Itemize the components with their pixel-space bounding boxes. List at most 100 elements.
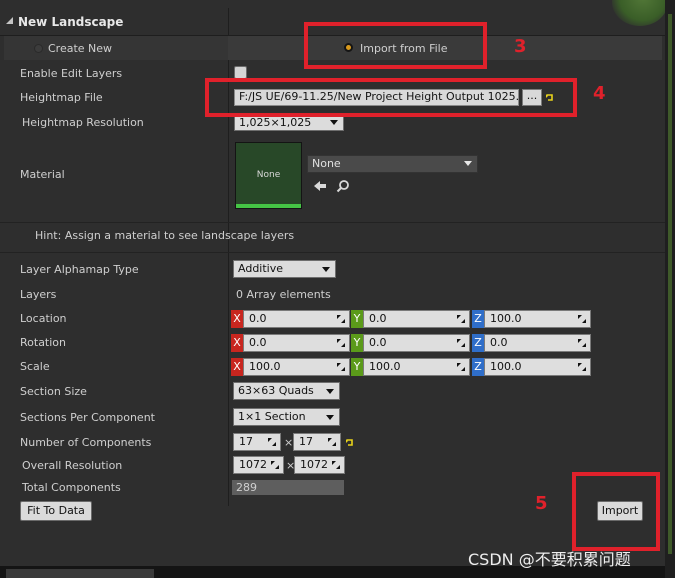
overall-resolution-label: Overall Resolution bbox=[22, 459, 123, 472]
location-x-value: 0.0 bbox=[249, 312, 267, 325]
scale-z-input[interactable]: 100.0 bbox=[484, 358, 591, 376]
chevron-down-icon bbox=[326, 415, 334, 420]
rotation-x-input[interactable]: 0.0 bbox=[243, 334, 350, 352]
sections-per-component-label: Sections Per Component bbox=[20, 411, 155, 424]
spin-arrows-icon[interactable] bbox=[331, 460, 341, 470]
chevron-down-icon bbox=[464, 161, 472, 166]
location-y-input[interactable]: 0.0 bbox=[363, 310, 470, 328]
sections-per-component-dropdown[interactable]: 1×1 Section bbox=[233, 408, 340, 426]
location-y-value: 0.0 bbox=[369, 312, 387, 325]
scale-x-value: 100.0 bbox=[249, 360, 281, 373]
section-size-dropdown[interactable]: 63×63 Quads bbox=[233, 382, 340, 400]
fit-to-data-button[interactable]: Fit To Data bbox=[20, 501, 92, 521]
spin-arrows-icon[interactable] bbox=[336, 338, 346, 348]
annotation-number-5: 5 bbox=[535, 493, 548, 514]
annotation-box-5 bbox=[572, 472, 660, 551]
enable-edit-layers-label: Enable Edit Layers bbox=[20, 67, 123, 80]
rotation-label: Rotation bbox=[20, 336, 67, 349]
rotation-x-value: 0.0 bbox=[249, 336, 267, 349]
total-components-label: Total Components bbox=[22, 481, 121, 494]
collapse-arrow-icon[interactable] bbox=[6, 17, 13, 24]
scale-x-input[interactable]: 100.0 bbox=[243, 358, 350, 376]
spin-arrows-icon[interactable] bbox=[577, 314, 587, 324]
sections-per-component-value: 1×1 Section bbox=[238, 410, 306, 423]
location-z-tag: Z bbox=[472, 310, 484, 328]
heightmap-resolution-label: Heightmap Resolution bbox=[22, 116, 144, 129]
chevron-down-icon bbox=[330, 120, 338, 125]
section-size-value: 63×63 Quads bbox=[238, 384, 314, 397]
material-label: Material bbox=[20, 168, 65, 181]
rotation-x-tag: X bbox=[231, 334, 243, 352]
watermark: CSDN @不要积累问题 bbox=[468, 550, 631, 569]
location-z-input[interactable]: 100.0 bbox=[484, 310, 591, 328]
section-size-label: Section Size bbox=[20, 385, 87, 398]
total-components-value: 289 bbox=[232, 480, 344, 495]
material-value: None bbox=[312, 157, 341, 170]
reset-to-default-icon[interactable] bbox=[345, 437, 354, 446]
material-thumbnail-text: None bbox=[256, 170, 281, 180]
spin-arrows-icon[interactable] bbox=[327, 437, 337, 447]
spin-arrows-icon[interactable] bbox=[336, 314, 346, 324]
hint-text: Hint: Assign a material to see landscape… bbox=[35, 229, 295, 242]
create-new-label[interactable]: Create New bbox=[48, 42, 112, 55]
overall-resolution-y-value: 1072 bbox=[300, 458, 328, 471]
scale-y-input[interactable]: 100.0 bbox=[363, 358, 470, 376]
components-y-value: 17 bbox=[299, 435, 313, 448]
heightmap-resolution-value: 1,025×1,025 bbox=[239, 116, 312, 129]
times-sign: × bbox=[284, 436, 294, 449]
overall-resolution-x-input[interactable]: 1072 bbox=[233, 456, 284, 474]
rotation-y-tag: Y bbox=[351, 334, 363, 352]
overall-resolution-y-input[interactable]: 1072 bbox=[294, 456, 345, 474]
chevron-down-icon bbox=[326, 389, 334, 394]
scale-z-value: 100.0 bbox=[490, 360, 522, 373]
annotation-number-4: 4 bbox=[593, 83, 606, 104]
viewport-edge bbox=[665, 0, 675, 578]
rotation-y-value: 0.0 bbox=[369, 336, 387, 349]
annotation-box-3 bbox=[304, 22, 487, 69]
scale-x-tag: X bbox=[231, 358, 243, 376]
spin-arrows-icon[interactable] bbox=[456, 362, 466, 372]
create-new-radio[interactable] bbox=[34, 44, 43, 53]
spin-arrows-icon[interactable] bbox=[267, 437, 277, 447]
scale-label: Scale bbox=[20, 360, 50, 373]
components-x-value: 17 bbox=[239, 435, 253, 448]
location-x-input[interactable]: 0.0 bbox=[243, 310, 350, 328]
spin-arrows-icon[interactable] bbox=[456, 338, 466, 348]
location-x-tag: X bbox=[231, 310, 243, 328]
location-label: Location bbox=[20, 312, 67, 325]
heightmap-file-label: Heightmap File bbox=[20, 91, 103, 104]
material-thumbnail[interactable]: None bbox=[235, 142, 302, 209]
components-x-input[interactable]: 17 bbox=[233, 433, 281, 451]
components-y-input[interactable]: 17 bbox=[293, 433, 341, 451]
spin-arrows-icon[interactable] bbox=[456, 314, 466, 324]
layers-label: Layers bbox=[20, 288, 57, 301]
layer-alphamap-type-value: Additive bbox=[238, 262, 283, 275]
annotation-number-3: 3 bbox=[514, 36, 527, 57]
section-title: New Landscape bbox=[18, 15, 124, 29]
scale-y-value: 100.0 bbox=[369, 360, 401, 373]
spin-arrows-icon[interactable] bbox=[270, 460, 280, 470]
use-selected-arrow-icon[interactable] bbox=[313, 179, 327, 193]
spin-arrows-icon[interactable] bbox=[577, 362, 587, 372]
chevron-down-icon bbox=[322, 267, 330, 272]
layer-alphamap-type-label: Layer Alphamap Type bbox=[20, 263, 139, 276]
spin-arrows-icon[interactable] bbox=[577, 338, 587, 348]
rotation-y-input[interactable]: 0.0 bbox=[363, 334, 470, 352]
layer-alphamap-type-dropdown[interactable]: Additive bbox=[233, 260, 336, 278]
location-y-tag: Y bbox=[351, 310, 363, 328]
heightmap-resolution-dropdown[interactable]: 1,025×1,025 bbox=[234, 115, 344, 131]
rotation-z-tag: Z bbox=[472, 334, 484, 352]
annotation-box-4 bbox=[205, 78, 577, 117]
scale-z-tag: Z bbox=[472, 358, 484, 376]
rotation-z-value: 0.0 bbox=[490, 336, 508, 349]
number-of-components-label: Number of Components bbox=[20, 436, 152, 449]
scale-y-tag: Y bbox=[351, 358, 363, 376]
spin-arrows-icon[interactable] bbox=[336, 362, 346, 372]
location-z-value: 100.0 bbox=[490, 312, 522, 325]
rotation-z-input[interactable]: 0.0 bbox=[484, 334, 591, 352]
material-dropdown[interactable]: None bbox=[307, 155, 478, 173]
bottom-tab[interactable] bbox=[6, 569, 154, 578]
layers-value: 0 Array elements bbox=[236, 288, 331, 301]
browse-search-icon[interactable] bbox=[336, 179, 350, 193]
overall-resolution-x-value: 1072 bbox=[239, 458, 267, 471]
